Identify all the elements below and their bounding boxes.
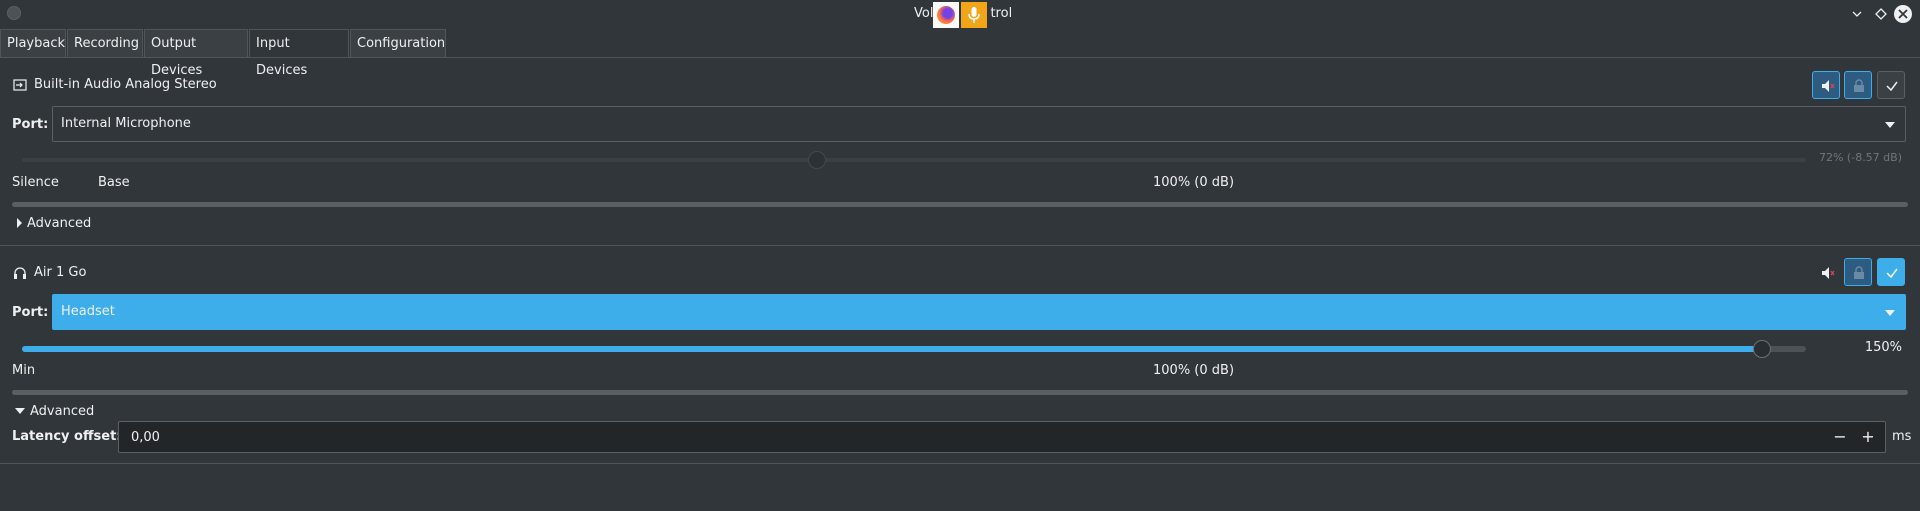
firefox-icon[interactable] [933, 2, 959, 28]
speaker-muted-icon [1822, 80, 1835, 92]
speaker-icon [1822, 267, 1835, 279]
scale-100-label: 100% (0 dB) [1153, 363, 1235, 378]
advanced-toggle[interactable]: Advanced [17, 216, 91, 231]
lock-channels-button[interactable] [1844, 71, 1872, 99]
volume-slider-handle[interactable] [1753, 340, 1771, 358]
device-divider [0, 245, 1920, 246]
tab-recording[interactable]: Recording [67, 29, 143, 57]
device-name: Built-in Audio Analog Stereo [34, 77, 217, 92]
mute-button[interactable] [1812, 71, 1840, 99]
scale-base-label: Base [98, 175, 130, 190]
audio-input-icon [13, 78, 27, 92]
maximize-button[interactable] [1872, 5, 1890, 23]
diamond-icon [1875, 8, 1887, 20]
window-title-left: Vol [914, 6, 934, 21]
window-menu-button[interactable] [7, 6, 21, 20]
mute-button[interactable] [1812, 258, 1840, 286]
tab-playback[interactable]: Playback [0, 29, 66, 57]
latency-offset-value: 0,00 [131, 430, 160, 445]
chevron-down-icon [15, 408, 25, 414]
increment-button[interactable]: + [1859, 428, 1877, 446]
latency-offset-input[interactable]: 0,00 − + [118, 421, 1886, 453]
peak-meter [12, 202, 1908, 207]
latency-unit: ms [1892, 429, 1912, 444]
chevron-down-icon [1885, 310, 1895, 316]
tab-input-devices[interactable]: Input Devices [249, 29, 349, 78]
tab-output-devices[interactable]: Output Devices [144, 29, 248, 78]
lock-icon [1854, 266, 1864, 279]
volume-value: 150% [1864, 340, 1902, 355]
volume-slider-handle[interactable] [808, 151, 826, 169]
close-icon [1898, 9, 1908, 19]
minimize-button[interactable] [1848, 5, 1866, 23]
scale-min-label: Min [12, 363, 36, 378]
checkmark-icon [1886, 81, 1898, 92]
lock-channels-button[interactable] [1844, 258, 1872, 286]
port-label: Port: [12, 305, 49, 320]
close-button[interactable] [1894, 5, 1912, 23]
chevron-down-icon [1852, 11, 1862, 17]
title-bar: Vol trol [0, 0, 1920, 28]
headphones-icon [13, 266, 27, 280]
checkmark-icon [1886, 268, 1898, 279]
port-value: Internal Microphone [61, 116, 191, 131]
tab-bar: Playback Recording Output Devices Input … [0, 29, 1920, 78]
scale-silence-label: Silence [12, 175, 59, 190]
chevron-right-icon [17, 218, 22, 228]
volume-slider[interactable] [22, 158, 1806, 162]
set-default-button[interactable] [1877, 71, 1905, 99]
scale-100-label: 100% (0 dB) [1153, 175, 1235, 190]
advanced-toggle[interactable]: Advanced [15, 404, 94, 419]
device-name: Air 1 Go [34, 265, 87, 280]
volume-value: 72% (-8.57 dB) [1818, 151, 1902, 164]
port-value: Headset [61, 304, 115, 319]
advanced-label: Advanced [30, 404, 95, 419]
port-combobox[interactable]: Internal Microphone [52, 106, 1906, 142]
advanced-label: Advanced [27, 216, 92, 231]
tab-configuration[interactable]: Configuration [350, 29, 446, 57]
port-combobox[interactable]: Headset [52, 294, 1906, 330]
peak-meter [12, 390, 1908, 395]
microphone-icon[interactable] [961, 2, 987, 28]
set-default-button[interactable] [1877, 258, 1905, 286]
latency-offset-label: Latency offset: [12, 429, 122, 444]
port-label: Port: [12, 117, 49, 132]
lock-icon [1854, 79, 1864, 92]
volume-slider-fill [22, 346, 1762, 352]
device-divider [0, 463, 1920, 464]
tab-bar-divider [0, 57, 1920, 58]
window-title-right: trol [990, 6, 1013, 21]
decrement-button[interactable]: − [1831, 428, 1849, 446]
chevron-down-icon [1885, 122, 1895, 128]
